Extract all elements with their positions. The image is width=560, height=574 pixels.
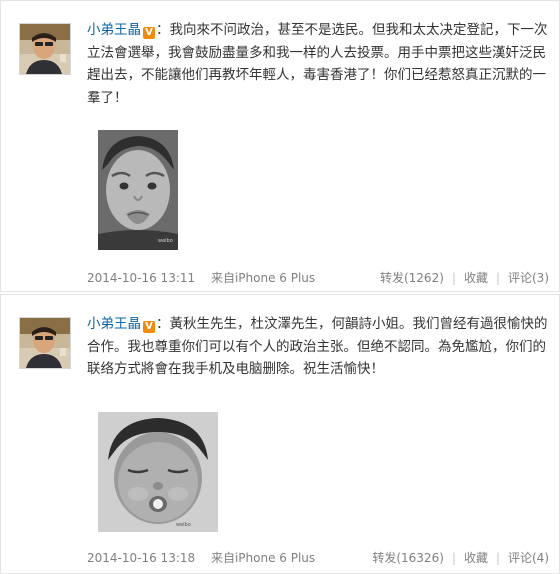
post-content: 小弟王晶 V ：黃秋生先生，杜汶澤先生，何韻詩小姐。我们曾经有過很愉快的合作。我也尊… <box>87 313 549 381</box>
post-time[interactable]: 2014-10-16 13:18 <box>87 551 195 565</box>
svg-text:weibo: weibo <box>176 522 191 528</box>
divider: | <box>495 271 500 285</box>
post-image[interactable]: weibo <box>98 412 218 532</box>
divider: | <box>451 271 456 285</box>
post-image[interactable]: weibo <box>98 130 178 250</box>
avatar[interactable] <box>19 317 71 369</box>
divider: | <box>495 551 500 565</box>
avatar-image <box>20 318 70 368</box>
post-meta: 2014-10-16 13:18 来自iPhone 6 Plus <box>87 549 315 566</box>
post-actions: 转发(16326) | 收藏 | 评论(4) <box>372 549 549 566</box>
weibo-post: 小弟王晶 V ：黃秋生先生，杜汶澤先生，何韻詩小姐。我们曾经有過很愉快的合作。我也尊… <box>0 294 560 574</box>
post-text: ：我向來不问政治，甚至不是选民。但我和太太决定登記，下一次立法會選舉，我會鼓励盡… <box>87 22 548 106</box>
svg-text:weibo: weibo <box>158 238 173 244</box>
child-sleeping-photo: weibo <box>98 412 218 532</box>
post-source[interactable]: 来自iPhone 6 Plus <box>211 551 315 565</box>
avatar-image <box>20 24 70 74</box>
post-actions: 转发(1262) | 收藏 | 评论(3) <box>380 269 549 286</box>
post-source[interactable]: 来自iPhone 6 Plus <box>211 271 315 285</box>
comment-button[interactable]: 评论(4) <box>508 551 549 565</box>
weibo-post: 小弟王晶 V ：我向來不问政治，甚至不是选民。但我和太太决定登記，下一次立法會選舉，… <box>0 0 560 292</box>
repost-button[interactable]: 转发(16326) <box>372 551 444 565</box>
favorite-button[interactable]: 收藏 <box>464 551 488 565</box>
favorite-button[interactable]: 收藏 <box>464 271 488 285</box>
weibo-feed: 小弟王晶 V ：我向來不问政治，甚至不是选民。但我和太太决定登記，下一次立法會選舉，… <box>0 0 560 574</box>
post-content: 小弟王晶 V ：我向來不问政治，甚至不是选民。但我和太太决定登記，下一次立法會選舉，… <box>87 19 549 109</box>
verified-v-icon[interactable]: V <box>143 321 155 333</box>
post-meta: 2014-10-16 13:11 来自iPhone 6 Plus <box>87 269 315 286</box>
avatar[interactable] <box>19 23 71 75</box>
post-time[interactable]: 2014-10-16 13:11 <box>87 271 195 285</box>
verified-v-icon[interactable]: V <box>143 27 155 39</box>
divider: | <box>451 551 456 565</box>
child-pouting-photo: weibo <box>98 130 178 250</box>
comment-button[interactable]: 评论(3) <box>508 271 549 285</box>
post-text: ：黃秋生先生，杜汶澤先生，何韻詩小姐。我们曾经有過很愉快的合作。我也尊重你们可以… <box>87 316 548 378</box>
author-name[interactable]: 小弟王晶 <box>87 316 141 332</box>
repost-button[interactable]: 转发(1262) <box>380 271 444 285</box>
author-name[interactable]: 小弟王晶 <box>87 22 141 38</box>
